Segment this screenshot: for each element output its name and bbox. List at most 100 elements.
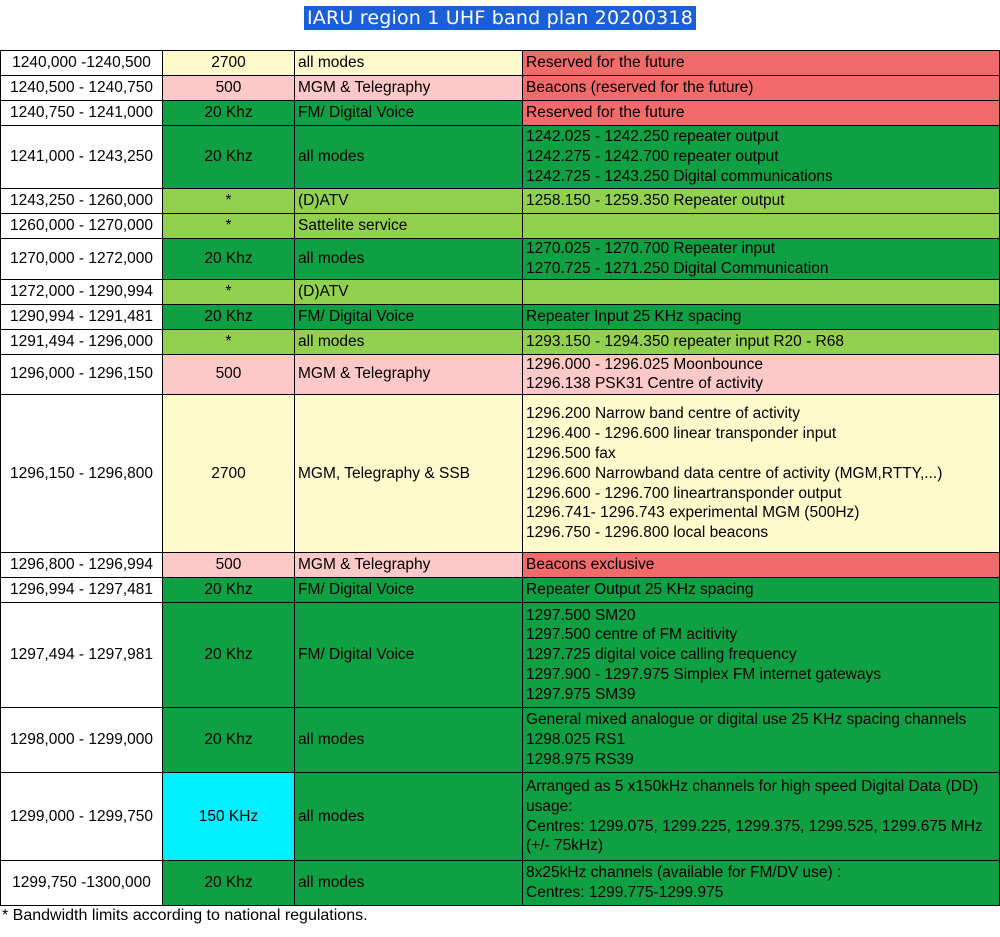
usage-line: 1297.725 digital voice calling frequency <box>526 646 797 664</box>
mode-cell: all modes <box>294 238 523 280</box>
usage-line: 1270.025 - 1270.700 Repeater input <box>526 240 776 257</box>
footnote: * Bandwidth limits according to national… <box>2 907 368 924</box>
table-row: 1260,000 - 1270,000 * Sattelite service <box>0 213 1000 239</box>
usage-cell <box>522 278 1000 305</box>
usage-cell: 8x25kHz channels (available for FM/DV us… <box>522 860 1000 907</box>
mode-cell: MGM & Telegraphy <box>294 552 523 579</box>
usage-line: (+/- 75kHz) <box>526 837 604 855</box>
usage-line: 1293.150 - 1294.350 repeater input R20 -… <box>526 332 844 350</box>
usage-line: 1296.741- 1296.743 experimental MGM (500… <box>526 504 860 522</box>
usage-line: 1242.025 - 1242.250 repeater output <box>526 128 779 146</box>
bandwidth-cell: * <box>162 188 295 214</box>
usage-line: usage: <box>526 797 573 815</box>
bandwidth-cell: 500 <box>162 552 295 579</box>
bandwidth-cell: 20 Khz <box>162 125 295 189</box>
usage-line: Repeater Input 25 KHz spacing <box>526 307 742 325</box>
usage-cell: 1297.500 SM20 1297.500 centre of FM aciti… <box>522 602 1000 709</box>
frequency-range-cell: 1296,150 - 1296,800 <box>0 394 163 554</box>
frequency-range-cell: 1272,000 - 1290,994 <box>0 278 163 305</box>
usage-cell: General mixed analogue or digital use 25… <box>522 707 1000 774</box>
frequency-range-cell: 1240,000 -1240,500 <box>0 50 163 76</box>
usage-line: 1297.500 centre of FM acitivity <box>526 626 738 644</box>
usage-line: Reserved for the future <box>526 54 685 72</box>
mode-cell: FM/ Digital Voice <box>294 602 523 709</box>
usage-line: 1296.750 - 1296.800 local beacons <box>526 524 769 542</box>
frequency-range-cell: 1298,000 - 1299,000 <box>0 707 163 774</box>
table-row: 1240,750 - 1241,000 20 Khz FM/ Digital Voi… <box>0 100 1000 126</box>
usage-cell: Repeater Output 25 KHz spacing <box>522 577 1000 604</box>
mode-cell: all modes <box>294 772 523 862</box>
title-wrap: IARU region 1 UHF band plan 20200318 <box>0 6 1000 30</box>
mode-cell: Sattelite service <box>294 213 523 239</box>
frequency-range-cell: 1296,800 - 1296,994 <box>0 552 163 579</box>
usage-line <box>526 216 996 236</box>
frequency-range-cell: 1240,750 - 1241,000 <box>0 100 163 126</box>
usage-cell: Beacons (reserved for the future) <box>522 75 1000 101</box>
usage-line: 1296.000 - 1296.025 Moonbounce <box>526 355 764 373</box>
table-row: 1296,994 - 1297,481 20 Khz FM/ Digital Voi… <box>0 577 1000 604</box>
frequency-range-cell: 1243,250 - 1260,000 <box>0 188 163 214</box>
bandwidth-cell: 2700 <box>162 50 295 76</box>
table-row: 1243,250 - 1260,000 * (D)ATV 1258.150 - 125… <box>0 188 1000 214</box>
bandwidth-cell: 20 Khz <box>162 238 295 280</box>
band-plan-rows: 1240,000 -1240,500 2700 all modes Reserved … <box>0 50 1000 907</box>
mode-cell: FM/ Digital Voice <box>294 303 523 330</box>
usage-cell: Arranged as 5 x150kHz channels for high … <box>522 772 1000 862</box>
mode-cell: MGM & Telegraphy <box>294 353 523 396</box>
usage-line: Beacons exclusive <box>526 556 655 574</box>
usage-line <box>526 282 996 302</box>
bandwidth-cell: 2700 <box>162 394 295 554</box>
bandwidth-cell: 20 Khz <box>162 860 295 907</box>
usage-line: 1296.138 PSK31 Centre of activity <box>526 375 763 393</box>
frequency-range-cell: 1299,000 - 1299,750 <box>0 772 163 862</box>
mode-cell: all modes <box>294 50 523 76</box>
usage-line: Centres: 1299.075, 1299.225, 1299.375, 1… <box>526 817 983 835</box>
usage-cell: 1296.200 Narrow band centre of activity 1… <box>522 394 1000 554</box>
page-title: IARU region 1 UHF band plan 20200318 <box>304 6 696 30</box>
mode-cell: (D)ATV <box>294 278 523 305</box>
table-row: 1291,494 - 1296,000 * all modes 1293.150 - … <box>0 328 1000 355</box>
usage-line: Arranged as 5 x150kHz channels for high … <box>526 778 979 796</box>
usage-line: 1298.025 RS1 <box>526 731 626 749</box>
bandwidth-cell: 150 KHz <box>162 772 295 862</box>
frequency-range-cell: 1296,994 - 1297,481 <box>0 577 163 604</box>
table-row: 1298,000 - 1299,000 20 Khz all modes Genera… <box>0 707 1000 774</box>
usage-cell <box>522 213 1000 239</box>
usage-line: 8x25kHz channels (available for FM/DV us… <box>526 864 842 882</box>
usage-line: 1258.150 - 1259.350 Repeater output <box>526 192 785 210</box>
table-row: 1299,000 - 1299,750 150 KHz all modes Arran… <box>0 772 1000 862</box>
usage-line: 1242.275 - 1242.700 repeater output <box>526 148 779 166</box>
usage-line: 1298.975 RS39 <box>526 751 634 769</box>
usage-line: 1297.900 - 1297.975 Simplex FM internet … <box>526 666 881 684</box>
usage-line: 1242.725 - 1243.250 Digital communicatio… <box>526 167 833 185</box>
usage-line: 1270.725 - 1271.250 Digital Communicatio… <box>526 259 829 277</box>
table-row: 1296,800 - 1296,994 500 MGM & Telegraphy Be… <box>0 552 1000 579</box>
table-row: 1290,994 - 1291,481 20 Khz FM/ Digital Voi… <box>0 303 1000 330</box>
mode-cell: all modes <box>294 328 523 355</box>
mode-cell: all modes <box>294 860 523 907</box>
frequency-range-cell: 1297,494 - 1297,981 <box>0 602 163 709</box>
usage-cell: 1293.150 - 1294.350 repeater input R20 -… <box>522 328 1000 355</box>
frequency-range-cell: 1291,494 - 1296,000 <box>0 328 163 355</box>
table-row: 1296,150 - 1296,800 2700 MGM, Telegraphy &… <box>0 394 1000 554</box>
table-row: 1297,494 - 1297,981 20 Khz FM/ Digital Voi… <box>0 602 1000 709</box>
frequency-range-cell: 1241,000 - 1243,250 <box>0 125 163 189</box>
usage-line: 1296.400 - 1296.600 linear transponder i… <box>526 425 837 443</box>
usage-line: General mixed analogue or digital use 25… <box>526 711 967 729</box>
band-plan-table: 1240,000 -1240,500 2700 all modes Reserved … <box>0 50 1000 907</box>
usage-cell: 1270.025 - 1270.700 Repeater input 1270.7… <box>522 238 1000 280</box>
usage-cell: Repeater Input 25 KHz spacing <box>522 303 1000 330</box>
mode-cell: all modes <box>294 707 523 774</box>
usage-cell: 1296.000 - 1296.025 Moonbounce 1296.138 P… <box>522 353 1000 396</box>
usage-cell: Reserved for the future <box>522 100 1000 126</box>
frequency-range-cell: 1260,000 - 1270,000 <box>0 213 163 239</box>
table-row: 1240,500 - 1240,750 500 MGM & Telegraphy Be… <box>0 75 1000 101</box>
table-row: 1299,750 -1300,000 20 Khz all modes 8x25kHz… <box>0 860 1000 907</box>
bandwidth-cell: * <box>162 213 295 239</box>
usage-cell: Reserved for the future <box>522 50 1000 76</box>
usage-line: Repeater Output 25 KHz spacing <box>526 581 754 599</box>
usage-line: Beacons (reserved for the future) <box>526 79 754 97</box>
table-row: 1241,000 - 1243,250 20 Khz all modes 1242.0… <box>0 125 1000 189</box>
mode-cell: (D)ATV <box>294 188 523 214</box>
bandwidth-cell: 500 <box>162 353 295 396</box>
